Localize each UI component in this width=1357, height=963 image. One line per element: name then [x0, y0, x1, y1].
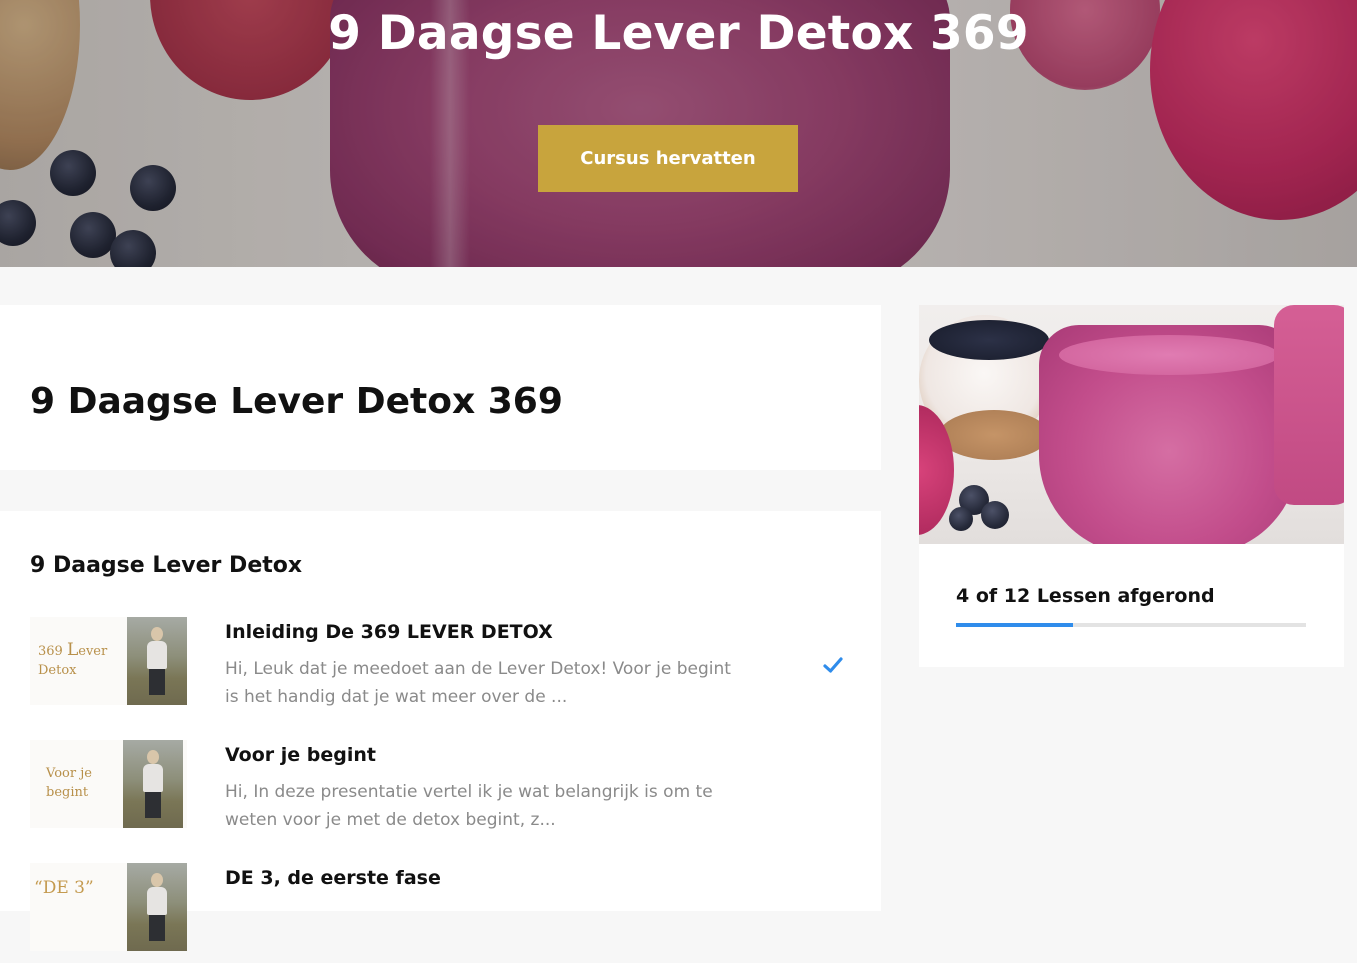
checkmark-icon — [823, 657, 843, 673]
lesson-thumbnail[interactable]: 369 Lever Detox — [30, 617, 187, 705]
progress-bar — [956, 623, 1306, 627]
hero-title: 9 Daagse Lever Detox 369 — [328, 6, 1029, 61]
lesson-list-card: 9 Daagse Lever Detox 369 Lever Detox Inl… — [0, 511, 881, 951]
lesson-title[interactable]: DE 3, de eerste fase — [225, 867, 441, 889]
person-photo — [127, 617, 187, 705]
lesson-title[interactable]: Inleiding De 369 LEVER DETOX — [225, 621, 553, 643]
lesson-item[interactable]: “DE 3” DE 3, de eerste fase — [30, 863, 850, 963]
person-photo — [127, 863, 187, 951]
course-title: 9 Daagse Lever Detox 369 — [30, 381, 563, 422]
lesson-item[interactable]: 369 Lever Detox Inleiding De 369 LEVER D… — [30, 617, 850, 717]
lesson-item[interactable]: Voor je begint Voor je begint Hi, In dez… — [30, 740, 850, 840]
person-photo — [123, 740, 183, 828]
lesson-title[interactable]: Voor je begint — [225, 744, 376, 766]
lesson-thumbnail[interactable]: Voor je begint — [30, 740, 187, 828]
course-title-card: 9 Daagse Lever Detox 369 — [0, 305, 881, 470]
course-cover-image — [919, 305, 1344, 544]
lesson-description: Hi, In deze presentatie vertel ik je wat… — [225, 782, 713, 830]
course-hero: 9 Daagse Lever Detox 369 Cursus hervatte… — [0, 0, 1357, 267]
section-title: 9 Daagse Lever Detox — [30, 553, 303, 578]
progress-label: 4 of 12 Lessen afgerond — [956, 585, 1215, 607]
lesson-description: Hi, Leuk dat je meedoet aan de Lever Det… — [225, 659, 731, 707]
resume-course-button[interactable]: Cursus hervatten — [538, 125, 798, 192]
lesson-thumbnail[interactable]: “DE 3” — [30, 863, 187, 951]
course-progress-card: 4 of 12 Lessen afgerond — [919, 305, 1344, 667]
progress-bar-fill — [956, 623, 1073, 627]
